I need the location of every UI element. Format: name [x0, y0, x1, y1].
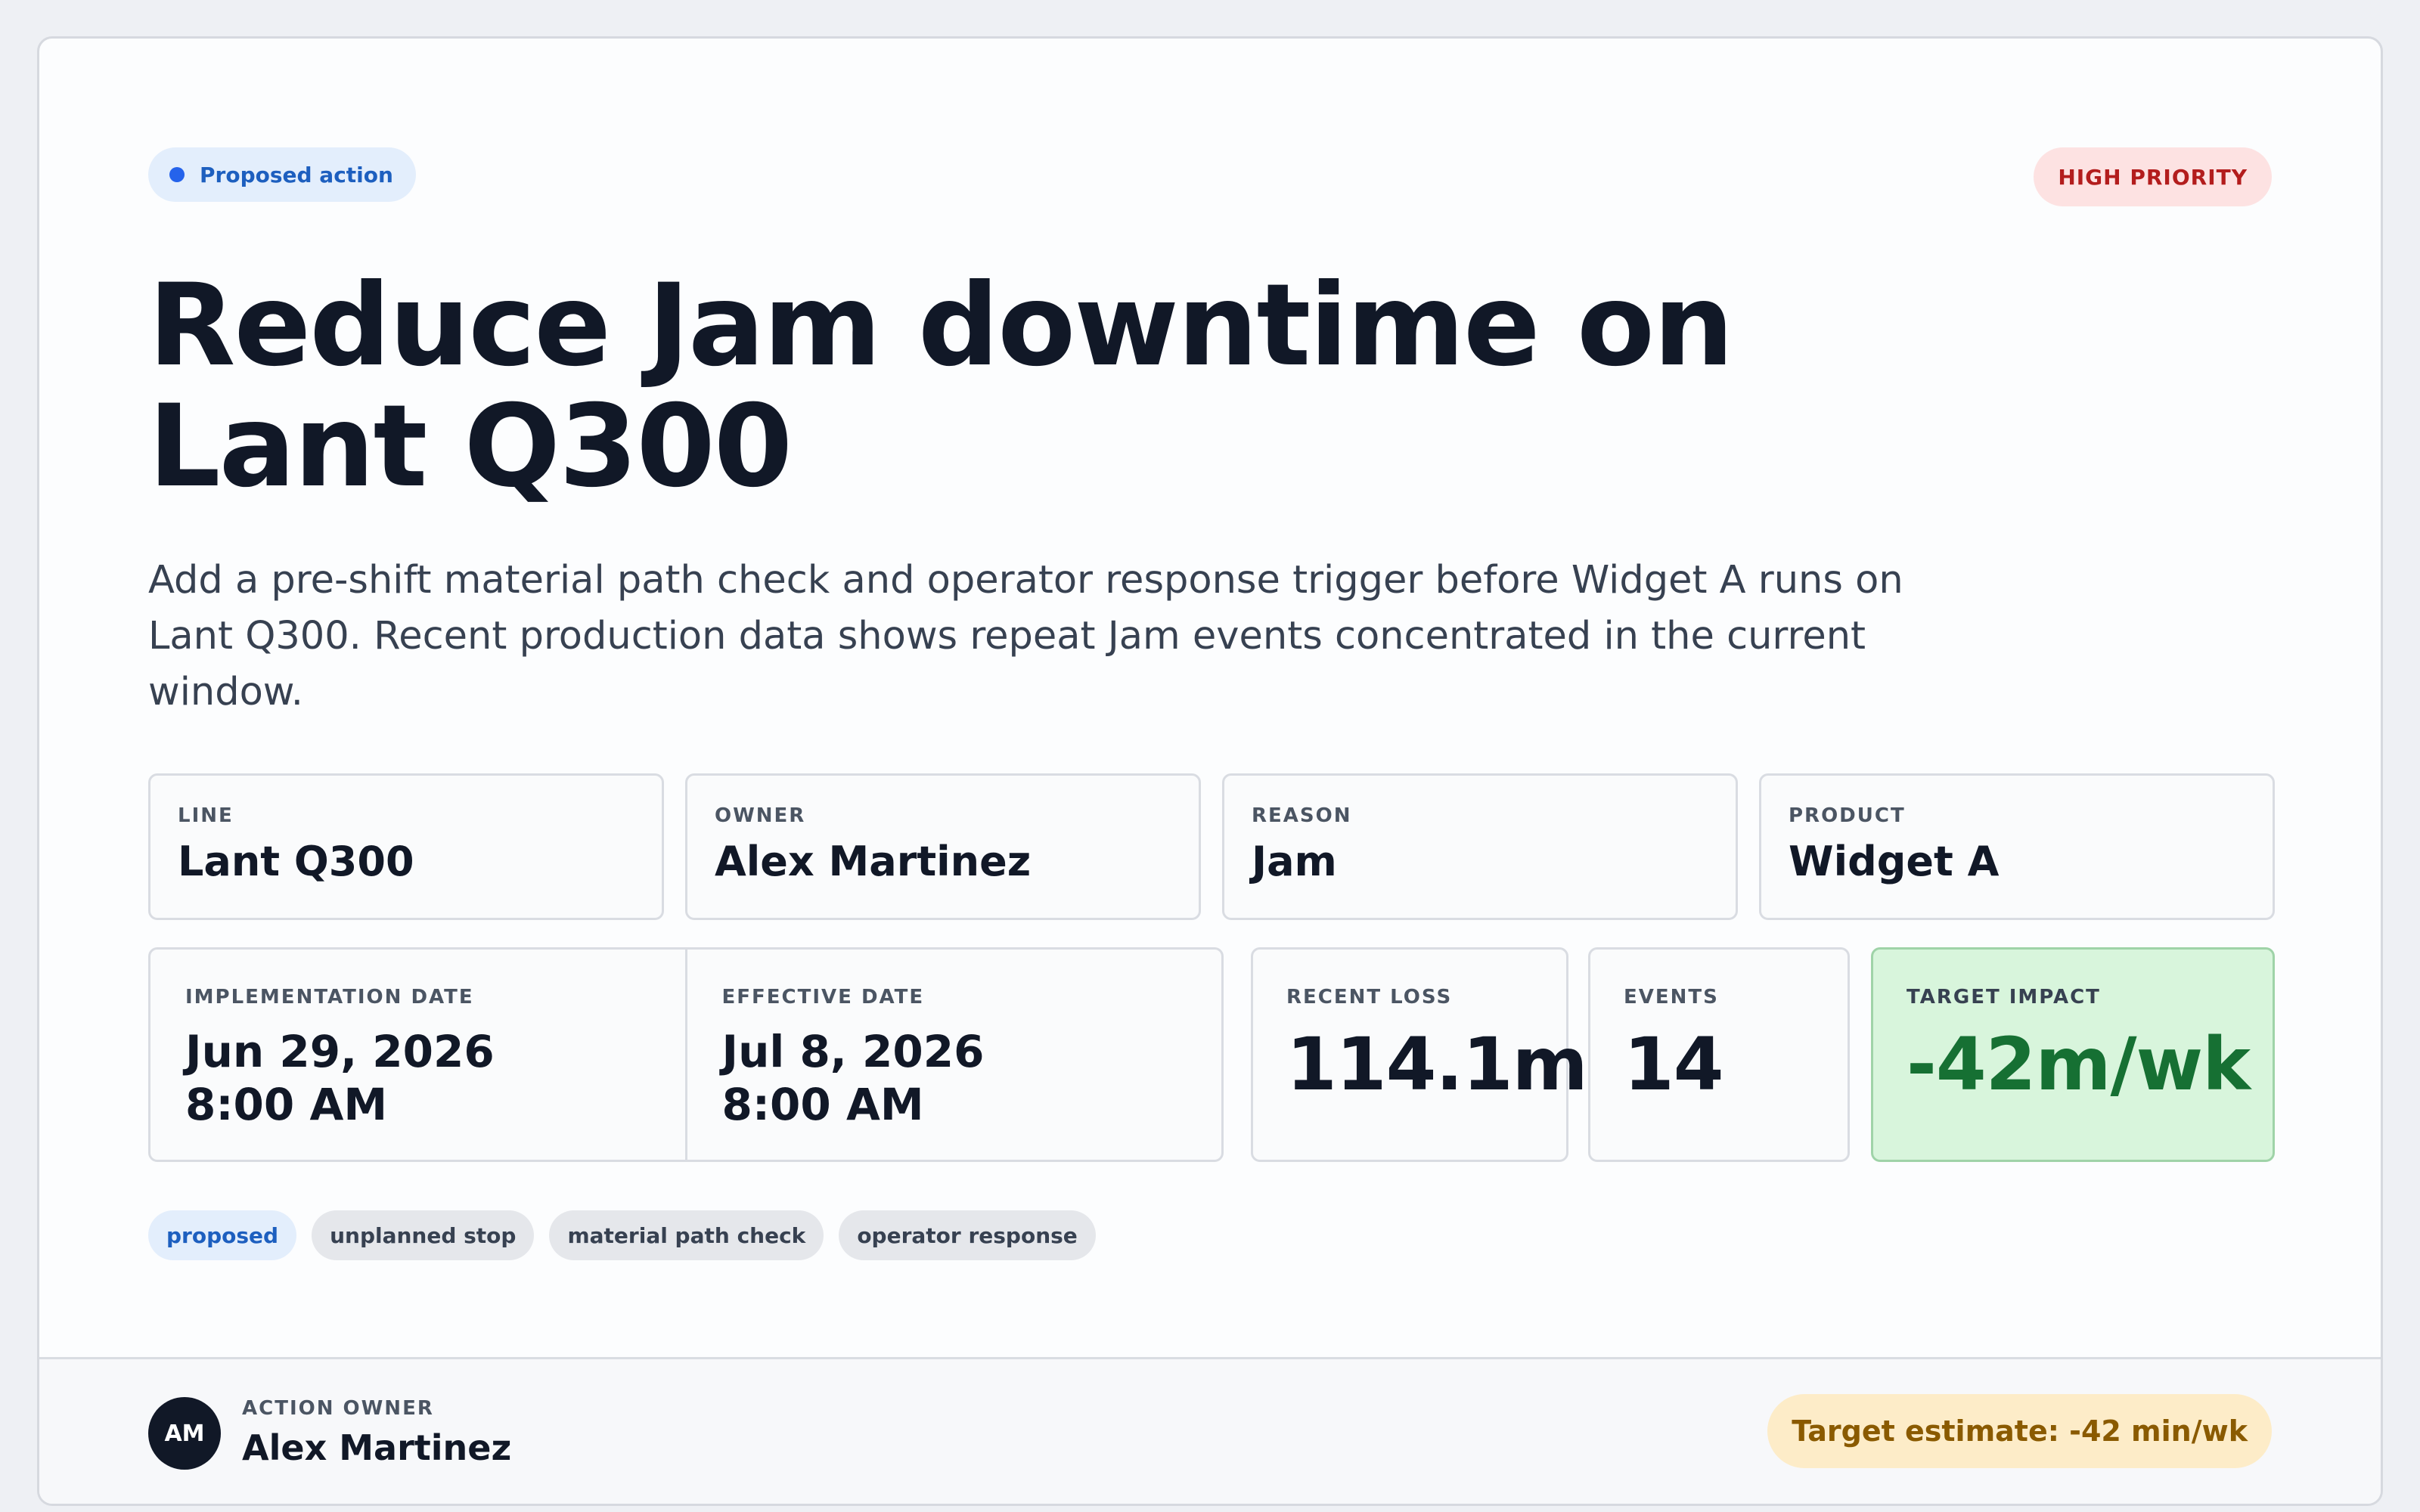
- tag-unplanned-stop[interactable]: unplanned stop: [312, 1210, 535, 1260]
- info-label: LINE: [178, 804, 234, 827]
- metric-recent-loss: RECENT LOSS 114.1m: [1251, 947, 1588, 1162]
- priority-badge-label: HIGH PRIORITY: [2058, 164, 2248, 190]
- date-group: IMPLEMENTATION DATE Jun 29, 2026 8:00 AM…: [148, 947, 1224, 1162]
- info-box-product: PRODUCT Widget A: [1759, 773, 2275, 920]
- avatar: AM: [148, 1397, 221, 1470]
- info-label: REASON: [1252, 804, 1352, 827]
- info-box-owner: OWNER Alex Martinez: [685, 773, 1201, 920]
- implementation-date: IMPLEMENTATION DATE Jun 29, 2026 8:00 AM: [150, 950, 685, 1160]
- info-value: Jam: [1252, 838, 1337, 885]
- metric-label: RECENT LOSS: [1286, 986, 1453, 1009]
- info-row: LINE Lant Q300 OWNER Alex Martinez REASO…: [148, 773, 2275, 920]
- tag-list: proposed unplanned stop material path ch…: [148, 1210, 1096, 1260]
- owner-label: ACTION OWNER: [242, 1397, 434, 1420]
- status-dot-icon: [169, 167, 185, 182]
- owner-name: Alex Martinez: [242, 1427, 512, 1468]
- metric-value: 114.1m: [1286, 1022, 1588, 1107]
- date-value: Jul 8, 2026 8:00 AM: [722, 1025, 1187, 1131]
- info-value: Lant Q300: [178, 838, 414, 885]
- tag-material-path-check[interactable]: material path check: [549, 1210, 824, 1260]
- info-box-line: LINE Lant Q300: [148, 773, 664, 920]
- effective-date: EFFECTIVE DATE Jul 8, 2026 8:00 AM: [684, 950, 1222, 1160]
- status-badge-label: Proposed action: [200, 162, 393, 187]
- action-description: Add a pre-shift material path check and …: [148, 558, 1903, 714]
- date-value: Jun 29, 2026 8:00 AM: [185, 1025, 650, 1131]
- metric-target-impact: TARGET IMPACT -42m/wk: [1871, 947, 2275, 1162]
- tag-operator-response[interactable]: operator response: [839, 1210, 1096, 1260]
- action-card: Proposed action HIGH PRIORITY Reduce Jam…: [37, 36, 2383, 1506]
- status-badge: Proposed action: [148, 147, 416, 202]
- info-value: Alex Martinez: [715, 838, 1032, 885]
- metric-value: -42m/wk: [1907, 1022, 2251, 1107]
- metric-events: EVENTS 14: [1588, 947, 1850, 1162]
- tag-proposed[interactable]: proposed: [148, 1210, 297, 1260]
- info-value: Widget A: [1789, 838, 2000, 885]
- priority-badge: HIGH PRIORITY: [2034, 147, 2272, 206]
- info-label: OWNER: [715, 804, 806, 827]
- date-day: Jul 8, 2026: [721, 1026, 985, 1077]
- metric-label: EVENTS: [1624, 986, 1719, 1009]
- target-estimate-badge: Target estimate: -42 min/wk: [1767, 1394, 2272, 1468]
- card-footer: AM ACTION OWNER Alex Martinez Target est…: [39, 1357, 2381, 1504]
- date-label: IMPLEMENTATION DATE: [185, 986, 474, 1009]
- page-title: Reduce Jam downtime on Lant Q300: [148, 260, 1734, 513]
- metric-label: TARGET IMPACT: [1907, 986, 2101, 1009]
- date-time: 8:00 AM: [185, 1079, 388, 1130]
- info-box-reason: REASON Jam: [1222, 773, 1738, 920]
- date-time: 8:00 AM: [721, 1079, 924, 1130]
- date-label: EFFECTIVE DATE: [721, 986, 925, 1009]
- info-label: PRODUCT: [1789, 804, 1906, 827]
- metric-value: 14: [1624, 1022, 1724, 1107]
- date-day: Jun 29, 2026: [185, 1026, 495, 1077]
